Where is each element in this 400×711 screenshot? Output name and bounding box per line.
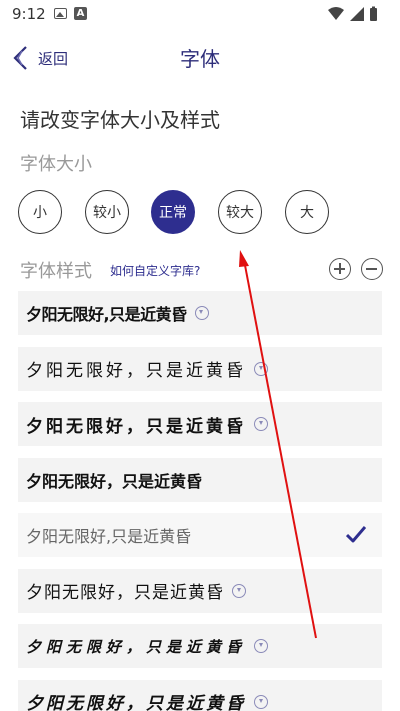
a-badge-icon: A: [74, 7, 87, 20]
font-item[interactable]: 夕阳无限好，只是近黄昏: [18, 402, 382, 446]
font-sample: 夕阳无限好，只是近黄昏: [26, 416, 246, 436]
font-item[interactable]: 夕阳无限好，只是近黄昏: [18, 457, 382, 502]
font-sample: 夕阳无限好，只是近黄昏: [26, 361, 246, 381]
check-icon: [346, 526, 366, 543]
size-option-normal[interactable]: 正常: [151, 190, 195, 234]
font-style-heading: 字体样式: [20, 261, 92, 282]
font-list: 夕阳无限好,只是近黄昏 夕阳无限好，只是近黄昏 夕阳无限好，只是近黄昏 夕阳无限…: [18, 291, 382, 711]
download-icon[interactable]: [254, 694, 268, 709]
size-option-smaller[interactable]: 较小: [85, 190, 129, 234]
font-sample: 夕阳无限好，只是近黄昏: [26, 694, 246, 711]
download-icon[interactable]: [254, 361, 268, 376]
page-title: 字体: [180, 47, 220, 71]
wifi-icon: [328, 7, 344, 20]
font-sample: 夕阳无限好，只是近黄昏: [26, 637, 247, 656]
font-sample: 夕阳无限好,只是近黄昏: [26, 527, 192, 546]
size-option-larger[interactable]: 较大: [218, 190, 262, 234]
font-item[interactable]: 夕阳无限好,只是近黄昏: [18, 291, 382, 335]
custom-font-help-link[interactable]: 如何自定义字库?: [110, 262, 200, 279]
font-sample: 夕阳无限好,只是近黄昏: [26, 305, 187, 324]
font-size-heading: 字体大小: [20, 154, 92, 175]
status-time: 9:12: [12, 5, 46, 23]
font-sample: 夕阳无限好，只是近黄昏: [26, 583, 224, 602]
download-icon[interactable]: [254, 417, 268, 431]
font-item[interactable]: 夕阳无限好，只是近黄昏: [18, 679, 382, 711]
download-icon[interactable]: [232, 583, 246, 598]
font-item[interactable]: 夕阳无限好，只是近黄昏: [18, 346, 382, 391]
font-item[interactable]: 夕阳无限好，只是近黄昏: [18, 624, 382, 668]
remove-font-button[interactable]: [361, 258, 383, 280]
download-icon[interactable]: [254, 639, 269, 653]
status-icons: [328, 6, 377, 21]
instruction-text: 请改变字体大小及样式: [20, 108, 220, 132]
font-item-selected[interactable]: 夕阳无限好,只是近黄昏: [18, 513, 382, 557]
status-bar: 9:12 A: [0, 0, 400, 28]
battery-icon: [370, 8, 377, 21]
size-option-large[interactable]: 大: [285, 190, 329, 234]
download-icon[interactable]: [194, 306, 209, 320]
image-icon: [54, 8, 67, 19]
font-item[interactable]: 夕阳无限好，只是近黄昏: [18, 568, 382, 613]
font-sample: 夕阳无限好，只是近黄昏: [26, 471, 203, 491]
size-option-small[interactable]: 小: [18, 190, 62, 234]
nav-bar: 返回 字体: [0, 36, 400, 80]
add-font-button[interactable]: [329, 258, 351, 280]
signal-icon: [350, 7, 364, 21]
